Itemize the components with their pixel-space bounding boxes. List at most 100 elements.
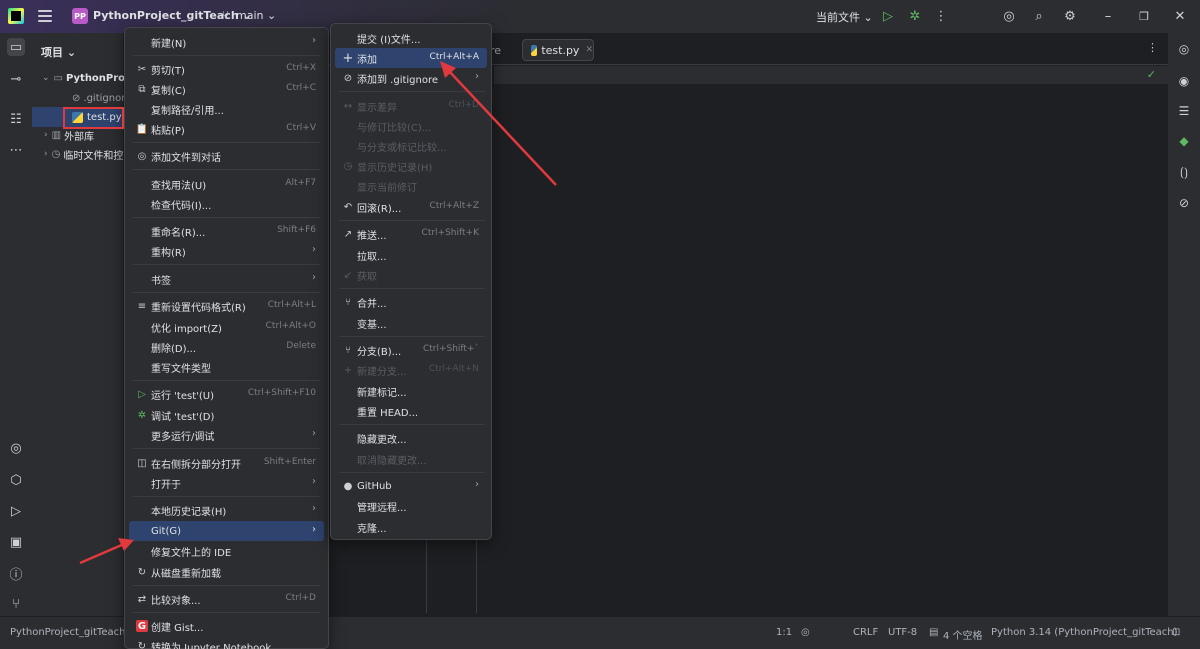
menu-item-fix-ide[interactable]: 修复文件上的 IDE xyxy=(129,541,324,561)
git-item-push[interactable]: ↗ 推送... Ctrl+Shift+K xyxy=(335,224,487,244)
more-tools-icon[interactable]: ⋯ xyxy=(7,141,25,159)
status-caret-position[interactable]: 1:1 xyxy=(776,627,792,638)
git-item-new-tag[interactable]: 新建标记... xyxy=(335,381,487,401)
status-interpreter[interactable]: Python 3.14 (PythonProject_gitTeach) xyxy=(991,627,1178,638)
git-item-add[interactable]: + 添加 Ctrl+Alt+A xyxy=(335,48,487,68)
git-item-unstash[interactable]: 取消隐藏更改... xyxy=(335,449,487,469)
git-item-add-to-gitignore[interactable]: ⊘ 添加到 .gitignore › xyxy=(335,68,487,88)
ai-assistant-icon[interactable]: ◎ xyxy=(1001,8,1017,24)
ai-chat-icon: ◎ xyxy=(137,150,147,162)
push-icon: ↗ xyxy=(343,228,353,240)
tab-options-icon[interactable]: ⋮ xyxy=(1147,41,1158,54)
menu-item-copy[interactable]: ⧉ 复制(C) Ctrl+C xyxy=(129,79,324,99)
settings-gear-icon[interactable]: ⚙ xyxy=(1062,8,1078,24)
git-item-fetch[interactable]: ↙ 获取 xyxy=(335,265,487,285)
project-badge[interactable]: PP xyxy=(72,8,88,24)
git-item-merge[interactable]: ⑂ 合并... xyxy=(335,292,487,312)
menu-item-reformat-code[interactable]: ≡ 重新设置代码格式(R) Ctrl+Alt+L xyxy=(129,296,324,316)
git-item-branches[interactable]: ⑂ 分支(B)... Ctrl+Shift+` xyxy=(335,340,487,360)
menu-item-open-split-right[interactable]: ◫ 在右侧拆分部分打开 Shift+Enter xyxy=(129,453,324,473)
plugin-icon[interactable]: ◆ xyxy=(1176,133,1192,149)
status-line-ending[interactable]: CRLF xyxy=(853,627,878,638)
run-tool-icon[interactable]: ▷ xyxy=(7,502,25,520)
python-packages-icon[interactable]: ◎ xyxy=(7,439,25,457)
ai-chat-icon[interactable]: ◉ xyxy=(1176,73,1192,89)
git-item-compare-branch[interactable]: 与分支或标记比较... xyxy=(335,136,487,156)
menu-item-convert-to-notebook[interactable]: ↻ 转换为 Jupyter Notebook xyxy=(129,636,324,649)
status-project[interactable]: PythonProject_gitTeach xyxy=(10,627,125,638)
minimize-icon[interactable]: – xyxy=(1100,8,1116,24)
menu-item-add-to-chat[interactable]: ◎ 添加文件到对话 xyxy=(129,146,324,166)
ai-status-icon[interactable]: ◎ xyxy=(801,627,810,638)
git-icon[interactable]: ⑂ xyxy=(7,595,25,613)
menu-item-open-in[interactable]: 打开于 › xyxy=(129,473,324,493)
menu-item-find-usages[interactable]: 查找用法(U) Alt+F7 xyxy=(129,174,324,194)
menu-item-git[interactable]: Git(G) › xyxy=(129,521,324,541)
menu-item-inspect-code[interactable]: 检查代码(I)... xyxy=(129,194,324,214)
git-item-compare-revision[interactable]: 与修订比较(C)... xyxy=(335,116,487,136)
github-icon: ● xyxy=(343,480,353,492)
close-icon[interactable]: ✕ xyxy=(1172,8,1188,24)
menu-item-new[interactable]: 新建(N) › xyxy=(129,32,324,52)
git-item-commit[interactable]: 提交 (I)文件... xyxy=(335,28,487,48)
commit-icon[interactable]: ⊸ xyxy=(7,70,25,88)
git-item-github[interactable]: ● GitHub › xyxy=(335,476,487,496)
tab-close-icon[interactable]: ✕ xyxy=(585,45,593,55)
git-item-rollback[interactable]: ↶ 回滚(R)... Ctrl+Alt+Z xyxy=(335,197,487,217)
menu-item-paste[interactable]: 📋 粘贴(P) Ctrl+V xyxy=(129,119,324,139)
menu-item-copy-path[interactable]: 复制路径/引用... xyxy=(129,99,324,119)
menu-item-reload-from-disk[interactable]: ↻ 从磁盘重新加载 xyxy=(129,562,324,582)
project-panel-title[interactable]: 项目 ⌄ xyxy=(41,44,76,60)
structure-icon[interactable]: ☷ xyxy=(7,110,25,128)
menu-item-debug-test[interactable]: ✲ 调试 'test'(D) xyxy=(129,405,324,425)
status-encoding[interactable]: UTF-8 xyxy=(888,627,917,638)
menu-item-compare-with[interactable]: ⇄ 比较对象... Ctrl+D xyxy=(129,589,324,609)
menu-item-refactor[interactable]: 重构(R) › xyxy=(129,241,324,261)
menu-item-cut[interactable]: ✂ 剪切(T) Ctrl+X xyxy=(129,59,324,79)
git-item-show-diff[interactable]: ↔ 显示差异 Ctrl+D xyxy=(335,96,487,116)
git-item-manage-remotes[interactable]: 管理远程... xyxy=(335,496,487,516)
chevron-right-icon: › xyxy=(312,428,316,439)
tab-test-py[interactable]: test.py ✕ xyxy=(522,39,594,61)
menu-item-create-gist[interactable]: G 创建 Gist... xyxy=(129,616,324,636)
run-icon[interactable]: ▷ xyxy=(880,8,896,24)
git-item-new-branch[interactable]: + 新建分支... Ctrl+Alt+N xyxy=(335,360,487,380)
main-menu-icon[interactable] xyxy=(38,10,52,22)
chevron-right-icon: › xyxy=(312,35,316,46)
problems-icon[interactable]: ⓘ xyxy=(7,564,25,583)
lock-icon[interactable]: ⊡ xyxy=(1172,627,1180,638)
tree-item-project-root[interactable]: ⌄ ▭ PythonProj xyxy=(32,68,124,88)
more-actions-icon[interactable]: ⋮ xyxy=(933,8,949,24)
menu-item-rename[interactable]: 重命名(R)... Shift+F6 xyxy=(129,221,324,241)
menu-item-optimize-imports[interactable]: 优化 import(Z) Ctrl+Alt+O xyxy=(129,317,324,337)
menu-item-run-test[interactable]: ▷ 运行 'test'(U) Ctrl+Shift+F10 xyxy=(129,384,324,404)
debug-icon[interactable]: ✲ xyxy=(907,8,923,24)
copilot-icon[interactable]: ⊘ xyxy=(1176,195,1192,211)
services-icon[interactable]: ⬡ xyxy=(7,471,25,489)
git-item-rebase[interactable]: 变基... xyxy=(335,313,487,333)
git-item-stash[interactable]: 隐藏更改... xyxy=(335,428,487,448)
plus-icon: + xyxy=(343,364,353,376)
menu-item-delete[interactable]: 删除(D)... Delete xyxy=(129,337,324,357)
menu-item-local-history[interactable]: 本地历史记录(H) › xyxy=(129,500,324,520)
code-icon[interactable]: ⟮⟯ xyxy=(1176,164,1192,180)
tree-item-gitignore[interactable]: ⊘ .gitignore xyxy=(32,88,124,108)
git-item-show-current-revision[interactable]: 显示当前修订 xyxy=(335,176,487,196)
git-item-reset-head[interactable]: 重置 HEAD... xyxy=(335,401,487,421)
branch-selector[interactable]: main ⌄ xyxy=(236,9,276,22)
project-folder-icon[interactable]: ▭ xyxy=(7,38,25,56)
notifications-icon[interactable]: ◎ xyxy=(1176,41,1192,57)
git-item-show-history[interactable]: ◷ 显示历史记录(H) xyxy=(335,156,487,176)
menu-item-override-file-type[interactable]: 重写文件类型 xyxy=(129,357,324,377)
status-indent[interactable]: 4 个空格 xyxy=(943,627,983,642)
git-item-pull[interactable]: 拉取... xyxy=(335,245,487,265)
run-config-selector[interactable]: 当前文件 ⌄ xyxy=(816,9,873,25)
database-icon[interactable]: ☰ xyxy=(1176,103,1192,119)
restore-icon[interactable]: ❐ xyxy=(1136,8,1152,24)
terminal-icon[interactable]: ▣ xyxy=(7,533,25,551)
git-item-clone[interactable]: 克隆... xyxy=(335,517,487,537)
menu-item-bookmarks[interactable]: 书签 › xyxy=(129,269,324,289)
search-icon[interactable]: ⌕ xyxy=(1031,8,1047,24)
menu-item-more-run-debug[interactable]: 更多运行/调试 › xyxy=(129,425,324,445)
tree-item-scratches[interactable]: › ◷ 临时文件和控 xyxy=(32,144,124,164)
